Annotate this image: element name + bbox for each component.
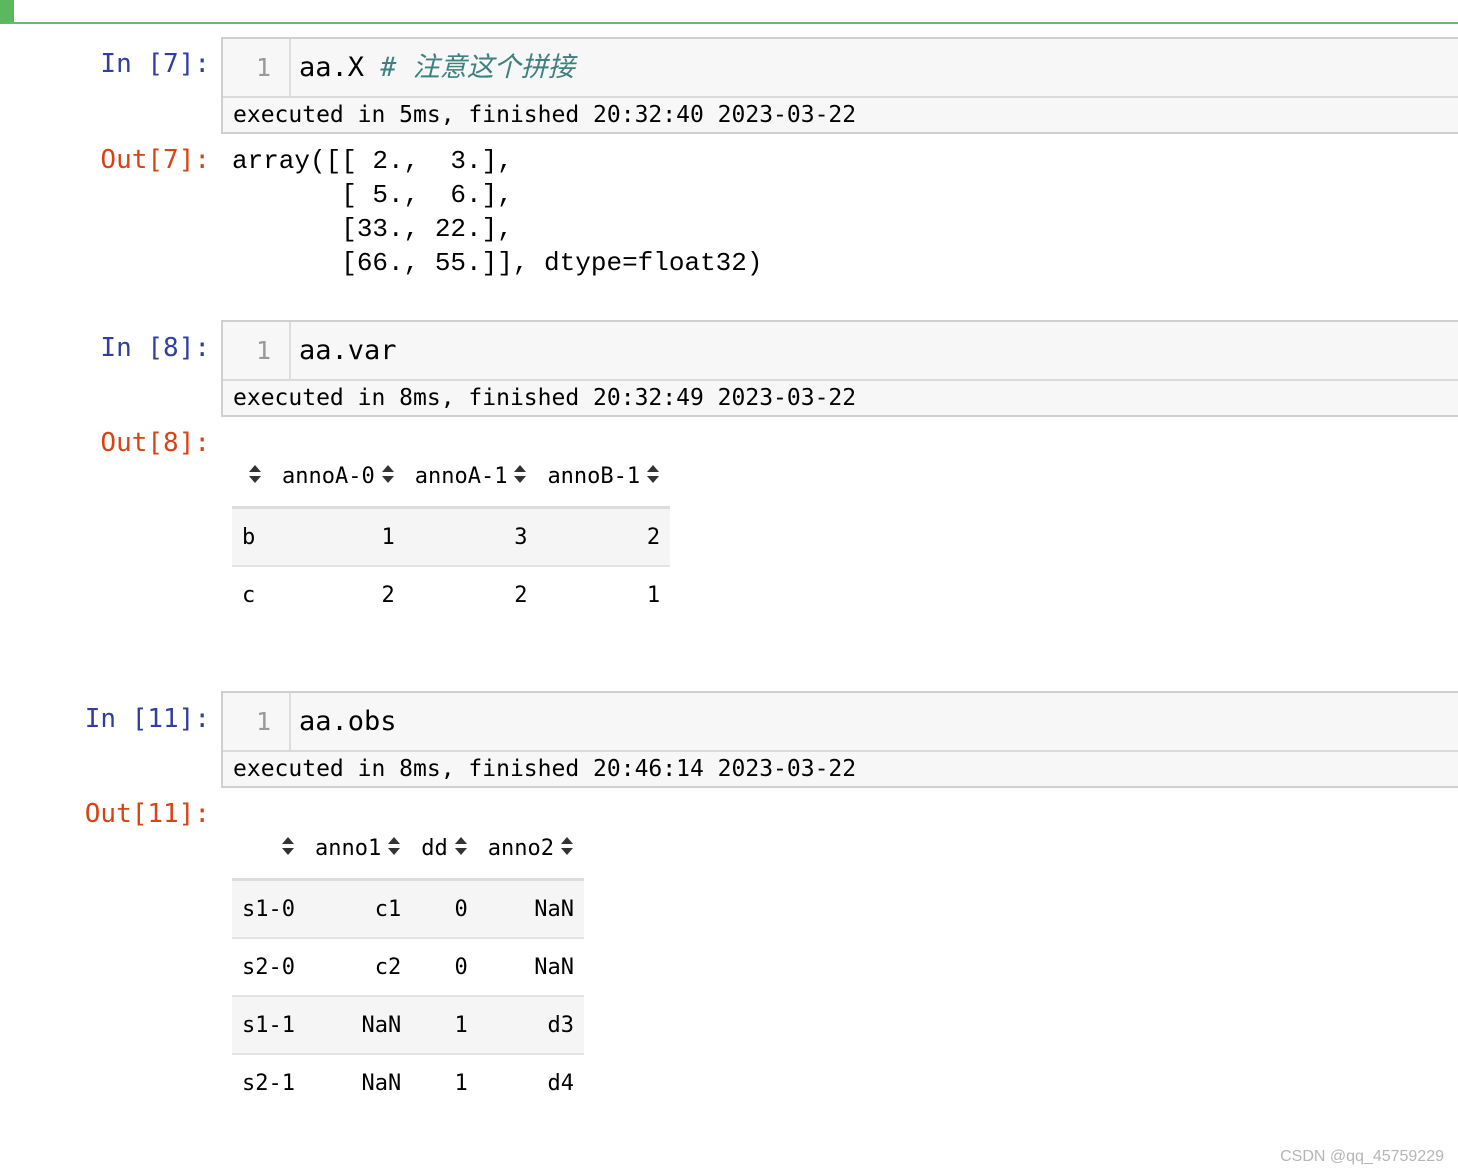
code-editor[interactable]: aa.obs [291, 693, 397, 750]
table-cell: 1 [381, 524, 395, 550]
column-header-label: annoA-0 [282, 464, 375, 489]
row-index: b [242, 524, 256, 550]
row-index: s1-1 [242, 1012, 295, 1038]
row-index: s2-1 [242, 1070, 295, 1096]
table-cell: d3 [547, 1012, 574, 1038]
table-cell: 1 [646, 582, 661, 608]
table-cell: 3 [514, 524, 528, 550]
sort-icon[interactable] [646, 464, 660, 490]
table-cell: NaN [361, 1070, 402, 1096]
sort-icon[interactable] [560, 836, 574, 862]
index-header[interactable] [232, 448, 272, 508]
row-index: s1-0 [242, 896, 295, 922]
sort-icon[interactable] [281, 836, 295, 862]
row-index: c [242, 582, 256, 608]
table-row: s1-0 c1 0 NaN [232, 879, 584, 938]
column-header-label: anno1 [314, 836, 382, 861]
input-prompt: In [11]: [84, 704, 210, 734]
previous-cell-border [0, 0, 1458, 24]
sort-icon[interactable] [381, 464, 395, 490]
table-row: s2-1 NaN 1 d4 [232, 1054, 584, 1111]
code-editor[interactable]: aa.var [291, 322, 397, 379]
output-prompt: Out[7]: [100, 145, 210, 175]
dataframe-table: anno1 dd anno2 s1-0 c1 0 NaN s2-0 c2 0 NaN s1-1 NaN… [232, 820, 584, 1111]
column-header-label: dd [421, 836, 448, 861]
output-prompt: Out[11]: [84, 799, 210, 829]
table-cell: NaN [534, 954, 574, 980]
row-index: s2-0 [242, 954, 295, 980]
column-header-label: anno2 [487, 836, 554, 861]
table-cell: 1 [454, 1070, 468, 1096]
table-cell: 0 [454, 896, 468, 922]
table-header-row: annoA-0 annoA-1 annoB-1 [232, 448, 671, 508]
table-row: b 1 3 2 [232, 507, 671, 566]
column-header[interactable]: annoB-1 [537, 448, 670, 508]
table-row: c 2 2 1 [232, 566, 670, 623]
table-cell: 2 [646, 524, 661, 550]
input-prompt: In [8]: [100, 333, 210, 363]
table-cell: NaN [361, 1012, 402, 1038]
sort-icon[interactable] [454, 836, 468, 862]
execution-info: executed in 8ms, finished 20:32:49 2023-… [233, 385, 857, 411]
table-cell: 1 [454, 1012, 468, 1038]
column-header[interactable]: dd [411, 820, 478, 880]
output-prompt: Out[8]: [100, 428, 210, 458]
execution-info: executed in 5ms, finished 20:32:40 2023-… [233, 102, 857, 128]
line-number: 1 [223, 322, 291, 379]
input-prompt: In [7]: [100, 49, 210, 79]
code-text: aa.X [299, 52, 381, 83]
code-comment: # 注意这个拼接 [380, 52, 575, 83]
sort-icon[interactable] [387, 836, 401, 862]
code-cell-input[interactable]: 1 aa.X # 注意这个拼接 executed in 5ms, finishe… [221, 37, 1458, 134]
table-cell: NaN [534, 896, 574, 922]
code-cell-input[interactable]: 1 aa.obs executed in 8ms, finished 20:46… [221, 691, 1458, 788]
column-header[interactable]: anno2 [478, 820, 584, 880]
table-row: s1-1 NaN 1 d3 [232, 996, 584, 1054]
sort-icon[interactable] [513, 464, 527, 490]
execution-info: executed in 8ms, finished 20:46:14 2023-… [233, 756, 857, 782]
dataframe-table: annoA-0 annoA-1 annoB-1 b 1 3 2 c 2 2 1 [232, 448, 671, 623]
sort-icon[interactable] [248, 464, 262, 490]
line-number: 1 [223, 693, 291, 750]
column-header[interactable]: annoA-0 [272, 448, 405, 508]
table-cell: 2 [381, 582, 395, 608]
column-header[interactable]: annoA-1 [405, 448, 538, 508]
column-header[interactable]: anno1 [305, 820, 411, 880]
index-header[interactable] [232, 820, 305, 880]
column-header-label: annoB-1 [547, 464, 641, 489]
table-cell: c1 [374, 896, 402, 922]
output-text: array([[ 2., 3.], [ 5., 6.], [33., 22.],… [232, 146, 763, 278]
table-cell: d4 [547, 1070, 574, 1096]
code-cell-input[interactable]: 1 aa.var executed in 8ms, finished 20:32… [221, 320, 1458, 417]
watermark: CSDN @qq_45759229 [1280, 1148, 1444, 1165]
table-cell: 2 [514, 582, 528, 608]
table-cell: 0 [454, 954, 468, 980]
table-header-row: anno1 dd anno2 [232, 820, 584, 880]
line-number: 1 [223, 39, 291, 96]
table-cell: c2 [374, 954, 402, 980]
table-row: s2-0 c2 0 NaN [232, 938, 584, 996]
column-header-label: annoA-1 [414, 464, 508, 489]
code-editor[interactable]: aa.X # 注意这个拼接 [291, 39, 575, 96]
